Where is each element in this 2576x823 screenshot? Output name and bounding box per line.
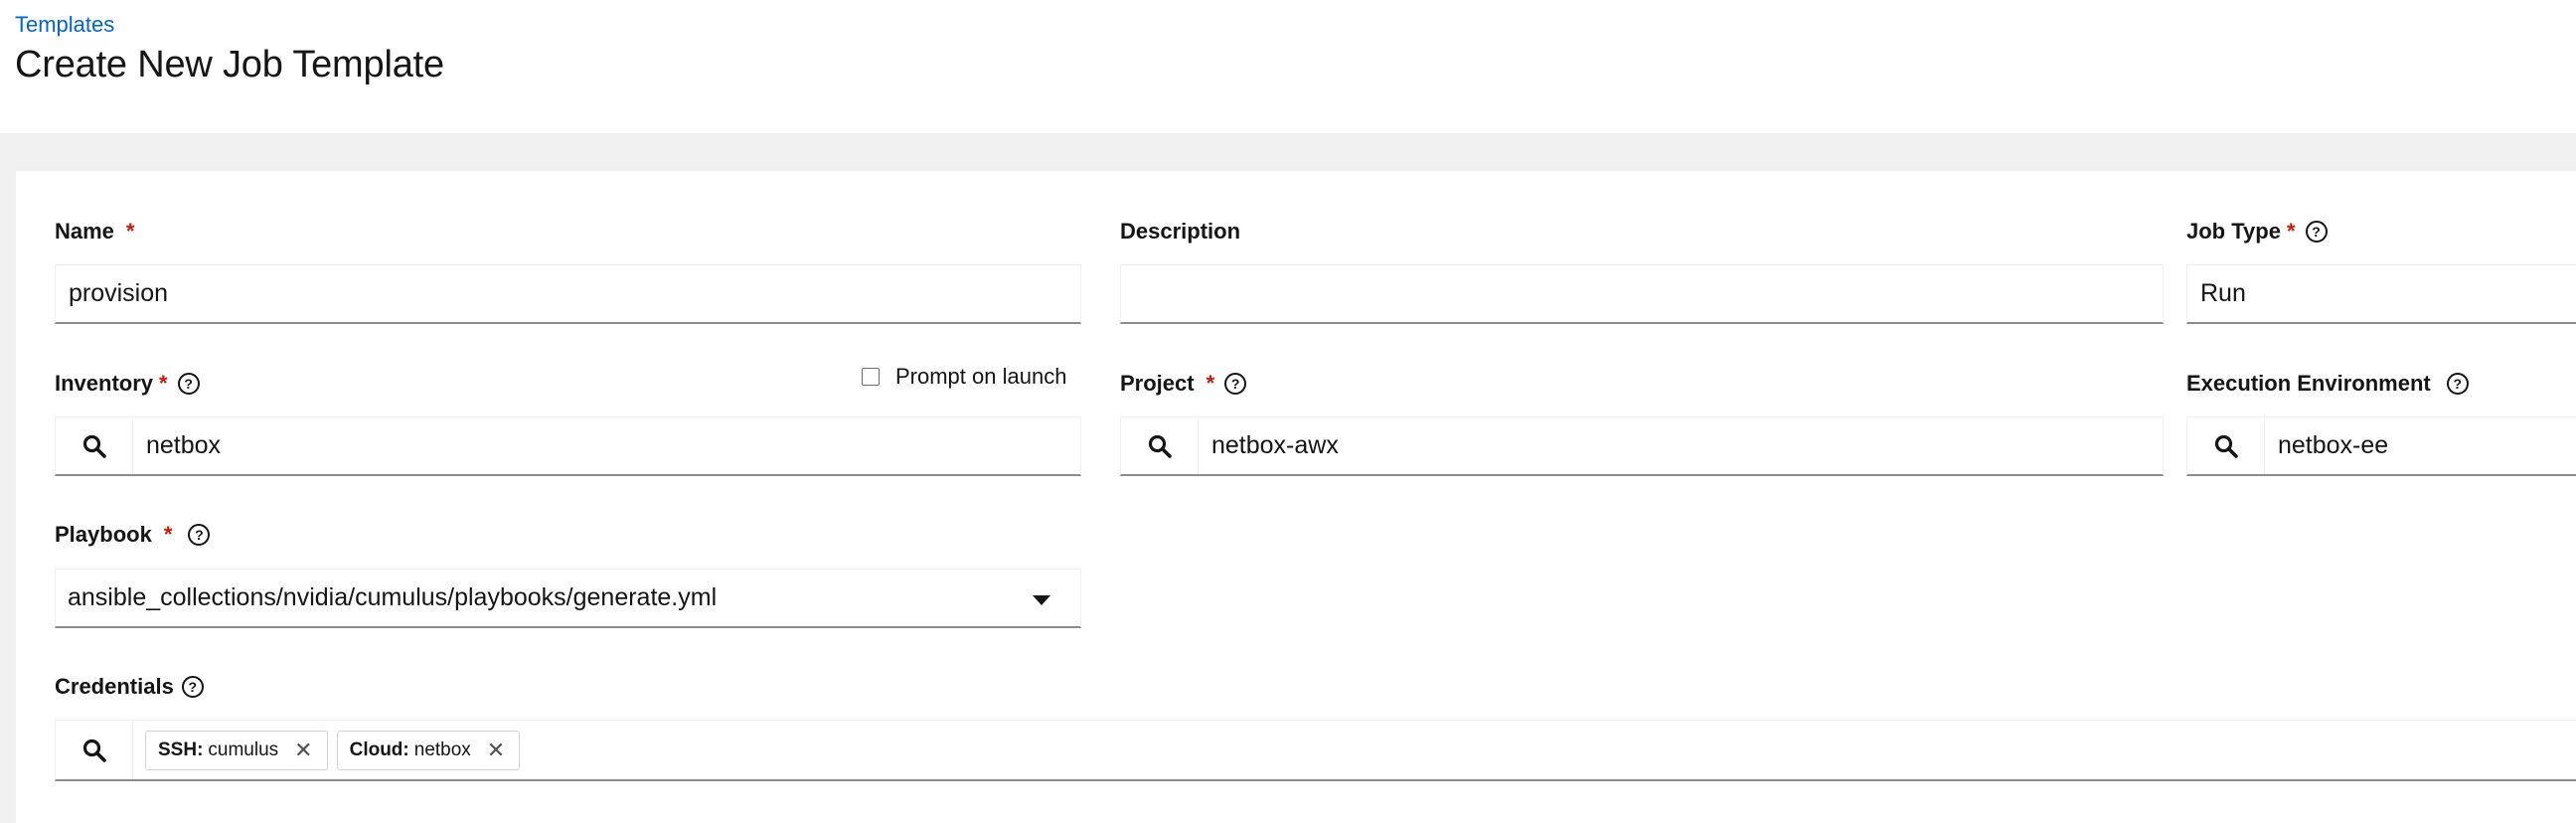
prompt-on-launch-label: Prompt on launch — [895, 364, 1067, 389]
credentials-help-icon[interactable]: ? — [181, 676, 204, 698]
inventory-label-text: Inventory — [55, 371, 154, 396]
chip-name: cumulus — [208, 739, 279, 760]
job-type-select[interactable]: Run — [2186, 264, 2576, 324]
project-help-icon[interactable]: ? — [1224, 373, 1247, 395]
page-title: Create New Job Template — [15, 44, 444, 85]
playbook-select[interactable]: ansible_collections/nvidia/cumulus/playb… — [55, 569, 1081, 628]
close-icon[interactable]: ✕ — [487, 738, 505, 763]
execution-environment-label-text: Execution Environment — [2186, 371, 2431, 396]
credentials-chip-group: SSH: cumulus ✕ Cloud: netbox ✕ — [133, 721, 529, 779]
name-label-text: Name — [55, 219, 114, 244]
playbook-required-mark: * — [163, 522, 173, 547]
inventory-label: Inventory * ? — [55, 371, 200, 397]
chip-kind: SSH: — [158, 739, 204, 760]
credentials-search-button[interactable] — [56, 721, 133, 779]
execution-environment-help-icon[interactable]: ? — [2446, 373, 2469, 395]
playbook-label-text: Playbook — [55, 522, 152, 547]
inventory-value[interactable]: netbox — [133, 417, 221, 474]
search-icon — [82, 739, 106, 762]
credential-chip-cloud: Cloud: netbox ✕ — [336, 730, 521, 770]
project-label-text: Project — [1120, 371, 1195, 396]
execution-environment-lookup: netbox-ee — [2186, 416, 2576, 476]
search-icon — [82, 434, 106, 458]
form-card: Name * provision Description Job Type * … — [16, 171, 2576, 823]
credentials-lookup: SSH: cumulus ✕ Cloud: netbox ✕ — [55, 720, 2576, 781]
playbook-label: Playbook * ? — [55, 522, 211, 548]
project-label: Project * ? — [1120, 371, 1247, 397]
description-input[interactable] — [1120, 264, 2164, 324]
inventory-required-mark: * — [159, 371, 168, 396]
search-icon — [1148, 434, 1172, 458]
page-header: Templates Create New Job Template — [0, 0, 2576, 133]
playbook-help-icon[interactable]: ? — [188, 524, 211, 546]
job-type-label: Job Type * ? — [2186, 219, 2328, 245]
chip-name: netbox — [413, 739, 471, 760]
inventory-search-button[interactable] — [56, 417, 133, 474]
inventory-prompt-on-launch[interactable]: Prompt on launch — [862, 364, 1066, 390]
execution-environment-label: Execution Environment ? — [2186, 371, 2469, 397]
project-lookup: netbox-awx — [1120, 416, 2164, 476]
project-value[interactable]: netbox-awx — [1199, 417, 1339, 474]
job-type-help-icon[interactable]: ? — [2305, 221, 2328, 243]
execution-environment-search-button[interactable] — [2187, 417, 2265, 474]
search-icon — [2214, 434, 2238, 458]
description-label-text: Description — [1120, 219, 1241, 244]
credentials-label: Credentials ? — [55, 674, 204, 700]
playbook-value: ansible_collections/nvidia/cumulus/playb… — [68, 583, 718, 611]
caret-down-icon[interactable] — [1033, 595, 1050, 605]
description-label: Description — [1120, 219, 1240, 245]
inventory-help-icon[interactable]: ? — [177, 373, 200, 395]
project-required-mark: * — [1206, 371, 1215, 396]
job-type-label-text: Job Type — [2186, 219, 2281, 244]
job-type-required-mark: * — [2286, 219, 2296, 244]
inventory-lookup: netbox — [55, 416, 1081, 476]
chip-kind: Cloud: — [349, 739, 409, 760]
project-search-button[interactable] — [1121, 417, 1199, 474]
close-icon[interactable]: ✕ — [294, 738, 312, 763]
name-required-mark: * — [125, 219, 135, 244]
breadcrumb-templates[interactable]: Templates — [15, 12, 114, 38]
credentials-label-text: Credentials — [55, 674, 174, 699]
prompt-on-launch-checkbox[interactable] — [862, 368, 880, 386]
name-label: Name * — [55, 219, 134, 245]
execution-environment-value[interactable]: netbox-ee — [2265, 417, 2388, 474]
credential-chip-ssh: SSH: cumulus ✕ — [145, 730, 328, 770]
name-input[interactable]: provision — [55, 264, 1081, 324]
